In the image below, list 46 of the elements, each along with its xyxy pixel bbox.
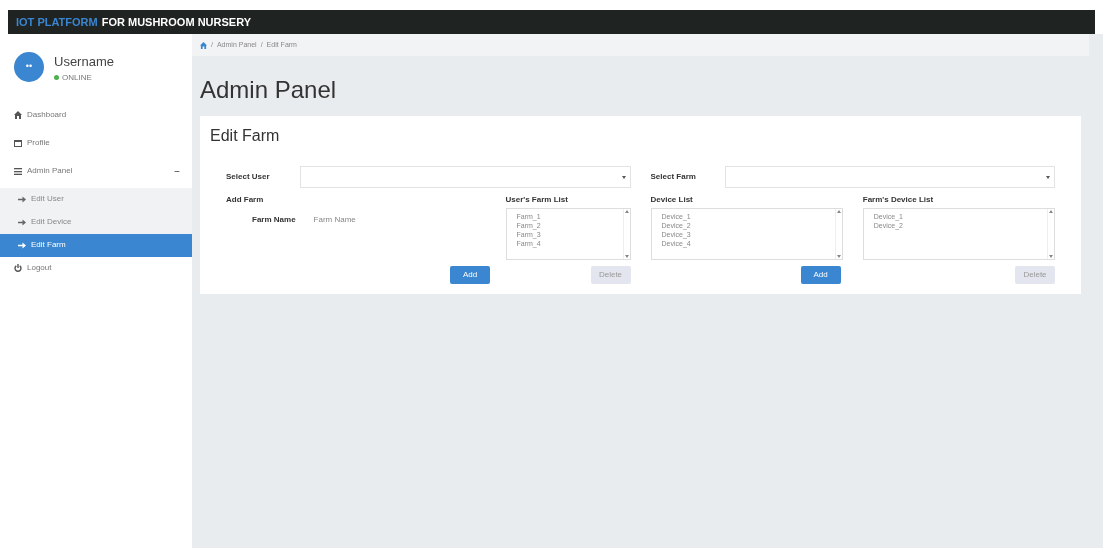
home-icon <box>14 111 22 119</box>
user-status: ONLINE <box>62 71 92 84</box>
sidebar-item[interactable]: Admin Panel − <box>0 159 192 183</box>
scroll-up-icon[interactable] <box>1049 210 1053 213</box>
list-title: User's Farm List <box>505 194 569 206</box>
scroll-down-icon[interactable] <box>1049 255 1053 258</box>
sidebar-item[interactable]: Logout <box>0 256 192 280</box>
page-title: Admin Panel <box>199 75 338 105</box>
sidebar-item[interactable]: Edit User <box>0 187 192 211</box>
delete-button[interactable]: Delete <box>1015 266 1055 284</box>
list-icon <box>14 167 22 175</box>
avatar: •• <box>14 52 44 82</box>
farm-name-field[interactable]: Farm Name <box>313 214 464 226</box>
home-icon <box>200 41 207 49</box>
scrollbar[interactable] <box>622 209 630 259</box>
list-title: Farm's Device List <box>862 194 935 206</box>
arrow-icon <box>18 195 26 203</box>
field-label: Farm Name <box>252 214 296 226</box>
user-name: Username <box>54 53 114 71</box>
scroll-down-icon[interactable] <box>624 255 629 258</box>
list-title: Device List <box>650 194 694 206</box>
field-label: Select User <box>226 171 271 183</box>
section-label: Add Farm <box>226 194 265 206</box>
scroll-up-icon[interactable] <box>624 210 629 213</box>
power-icon <box>14 264 22 272</box>
field-label: Select Farm <box>650 171 697 183</box>
arrow-icon <box>18 241 26 249</box>
card-title: Edit Farm <box>210 126 281 146</box>
sidebar-item[interactable]: Profile <box>0 131 192 155</box>
scroll-up-icon[interactable] <box>836 210 841 213</box>
caret-icon <box>1046 175 1050 179</box>
collapse-toggle[interactable]: − <box>172 163 182 179</box>
brand-highlight: IOT PLATFORM <box>16 14 98 30</box>
caret-icon <box>621 175 626 179</box>
calendar-icon <box>14 139 22 147</box>
arrow-icon <box>18 218 26 226</box>
brand-title: FOR MUSHROOM NURSERY <box>101 14 251 30</box>
sidebar-item[interactable]: Dashboard <box>0 103 192 127</box>
add-button[interactable]: Add <box>450 266 490 284</box>
delete-button[interactable]: Delete <box>590 266 631 284</box>
add-button[interactable]: Add <box>800 266 841 284</box>
sidebar-item[interactable]: Edit Farm <box>0 233 192 257</box>
scrollbar[interactable] <box>834 209 842 259</box>
sidebar-item[interactable]: Edit Device <box>0 210 192 234</box>
scrollbar[interactable] <box>1047 209 1054 259</box>
scroll-down-icon[interactable] <box>836 255 841 258</box>
